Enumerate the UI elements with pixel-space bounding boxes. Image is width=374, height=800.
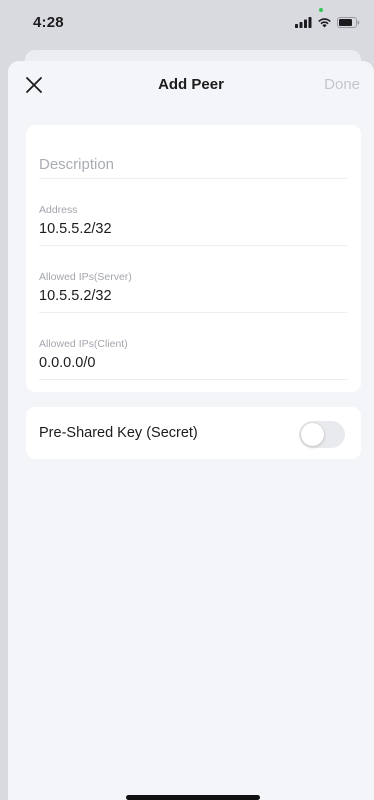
cellular-signal-icon [295, 16, 312, 28]
page-title: Add Peer [158, 76, 224, 93]
address-input[interactable] [39, 221, 347, 237]
allowed-ips-client-field: Allowed IPs(Client) [39, 338, 347, 381]
pre-shared-key-label: Pre-Shared Key (Secret) [39, 425, 198, 441]
field-divider [39, 379, 347, 380]
done-button[interactable]: Done [324, 76, 360, 93]
field-divider [39, 178, 347, 179]
allowed-ips-server-label: Allowed IPs(Server) [39, 271, 132, 283]
wifi-icon [317, 17, 332, 28]
add-peer-sheet: Add Peer Done Address Allowed IPs(Server… [8, 61, 374, 800]
pre-shared-key-card: Pre-Shared Key (Secret) [26, 407, 361, 459]
privacy-indicator-dot [319, 8, 323, 12]
description-input[interactable] [39, 156, 347, 173]
status-time: 4:28 [33, 14, 64, 31]
address-label: Address [39, 204, 78, 216]
home-indicator [126, 795, 260, 800]
battery-icon [337, 16, 360, 28]
field-divider [39, 245, 347, 246]
allowed-ips-client-label: Allowed IPs(Client) [39, 338, 128, 350]
description-field [39, 156, 347, 182]
status-icons [295, 15, 360, 29]
screen: 4:28 Add Peer Done Description Address 1… [0, 0, 374, 800]
pre-shared-key-toggle[interactable] [299, 421, 345, 448]
allowed-ips-server-input[interactable] [39, 288, 347, 304]
nav-bar: Add Peer Done [8, 61, 374, 111]
status-bar: 4:28 [0, 0, 374, 46]
allowed-ips-client-input[interactable] [39, 355, 347, 371]
toggle-knob [301, 423, 324, 446]
field-divider [39, 312, 347, 313]
allowed-ips-server-field: Allowed IPs(Server) [39, 271, 347, 314]
peer-form-card: Address Allowed IPs(Server) Allowed IPs(… [26, 125, 361, 392]
address-field: Address [39, 204, 347, 247]
